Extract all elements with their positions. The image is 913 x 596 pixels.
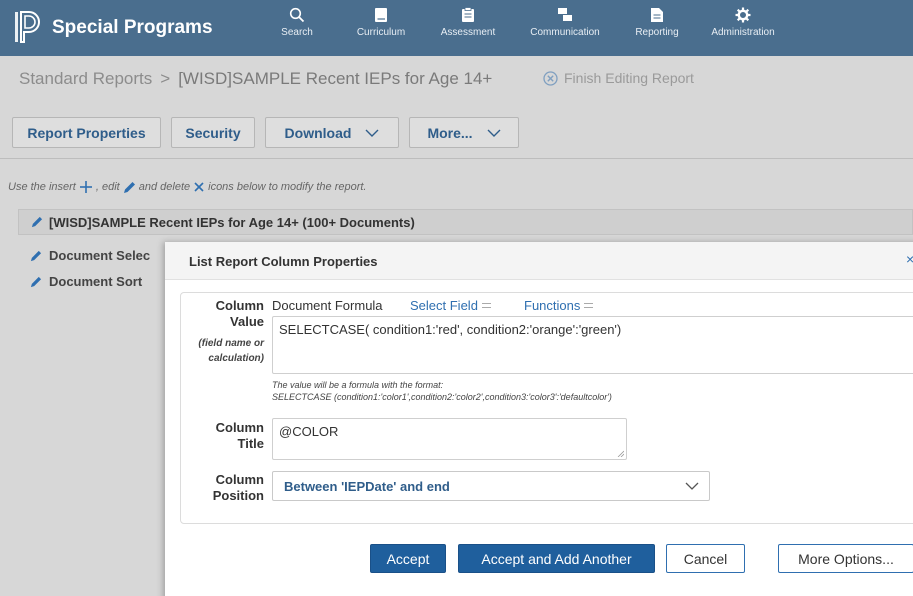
accept-and-add-another-button[interactable]: Accept and Add Another — [458, 544, 655, 573]
more-options-button[interactable]: More Options... — [778, 544, 913, 573]
top-nav-bar: Special Programs Search Curriculum Asses… — [0, 0, 913, 56]
column-title-label: Column Title — [180, 420, 264, 452]
close-icon[interactable]: × — [906, 251, 913, 267]
functions-label: Functions — [524, 298, 581, 313]
column-position-label-line1: Column — [215, 472, 264, 487]
breadcrumb-current: [WISD]SAMPLE Recent IEPs for Age 14+ — [178, 69, 493, 88]
hint-text-2: , edit — [95, 181, 120, 193]
nav-assessment[interactable]: Assessment — [423, 7, 513, 38]
breadcrumb: Standard Reports > [WISD]SAMPLE Recent IEP… — [19, 69, 492, 89]
dialog-header: List Report Column Properties × — [165, 242, 913, 280]
chevron-down-icon — [487, 129, 501, 137]
formula-help-line2: SELECTCASE (condition1:'color1',conditio… — [272, 392, 612, 402]
book-icon — [375, 8, 387, 22]
column-position-value: Between 'IEPDate' and end — [284, 479, 450, 494]
finish-editing-link[interactable]: Finish Editing Report — [543, 70, 694, 86]
more-label: More... — [427, 124, 473, 141]
column-value-textarea[interactable]: SELECTCASE( condition1:'red', condition2… — [272, 316, 913, 374]
column-value-label: Column Value — [180, 298, 264, 330]
document-formula-label: Document Formula — [272, 298, 383, 313]
report-icon — [651, 8, 663, 22]
cancel-label: Cancel — [683, 550, 728, 567]
breadcrumb-standard-reports[interactable]: Standard Reports — [19, 69, 152, 88]
plus-icon — [79, 181, 92, 193]
gear-icon — [735, 7, 751, 23]
accept-add-label: Accept and Add Another — [481, 550, 632, 567]
hint-text-1: Use the insert — [8, 181, 76, 193]
document-sort-label: Document Sort — [49, 274, 143, 289]
formula-help-text: The value will be a formula with the for… — [272, 379, 612, 403]
column-value-label-line2: Value — [230, 314, 264, 329]
security-button[interactable]: Security — [171, 117, 255, 148]
select-field-label: Select Field — [410, 298, 478, 313]
document-selection-label: Document Selec — [49, 248, 151, 263]
column-value-sublabel-line2: calculation) — [208, 353, 264, 364]
pencil-icon — [31, 216, 43, 228]
pencil-icon — [30, 276, 42, 287]
nav-label: Administration — [711, 27, 775, 38]
column-title-label-line1: Column — [215, 420, 264, 435]
popup-icon — [584, 303, 594, 308]
nav-communication[interactable]: Communication — [520, 7, 610, 38]
nav-label: Assessment — [440, 27, 496, 38]
document-sort-item[interactable]: Document Sort — [30, 274, 142, 289]
cancel-button[interactable]: Cancel — [666, 544, 745, 573]
column-value-sublabel-line1: (field name or — [198, 338, 264, 349]
download-button[interactable]: Download — [265, 117, 399, 148]
accept-label: Accept — [386, 550, 430, 567]
logo-icon — [15, 11, 40, 43]
column-properties-dialog: List Report Column Properties × Column V… — [165, 242, 913, 596]
column-position-label: Column Position — [180, 472, 264, 504]
column-value-text: SELECTCASE( condition1:'red', condition2… — [279, 322, 622, 337]
select-field-link[interactable]: Select Field — [410, 298, 491, 313]
popup-icon — [481, 303, 491, 308]
nav-label: Reporting — [635, 27, 679, 38]
nav-label: Search — [281, 27, 313, 38]
download-label: Download — [284, 124, 352, 141]
pencil-icon — [123, 181, 135, 193]
report-properties-label: Report Properties — [27, 124, 146, 141]
column-position-select[interactable]: Between 'IEPDate' and end — [272, 471, 710, 501]
functions-link[interactable]: Functions — [524, 298, 594, 313]
nav-label: Curriculum — [356, 27, 406, 38]
column-value-label-line1: Column — [215, 298, 264, 313]
report-title-bar[interactable]: [WISD]SAMPLE Recent IEPs for Age 14+ (10… — [18, 209, 913, 235]
column-title-textarea[interactable]: @COLOR — [272, 418, 627, 460]
column-value-sublabel: (field name or calculation) — [170, 336, 264, 366]
pencil-icon — [30, 250, 42, 261]
report-properties-button[interactable]: Report Properties — [12, 117, 161, 148]
chat-icon — [558, 8, 572, 21]
security-label: Security — [185, 124, 241, 141]
more-button[interactable]: More... — [409, 117, 519, 148]
document-selection-item[interactable]: Document Selec — [30, 248, 150, 263]
more-options-label: More Options... — [798, 550, 894, 567]
formula-help-line1: The value will be a formula with the for… — [272, 380, 444, 390]
column-title-label-line2: Title — [237, 436, 265, 451]
close-circle-icon — [543, 70, 558, 86]
accept-button[interactable]: Accept — [370, 544, 446, 573]
edit-hint: Use the insert , edit and delete icons b… — [8, 180, 366, 194]
breadcrumb-separator: > — [160, 69, 171, 88]
resize-grip-icon[interactable] — [617, 450, 624, 457]
app-title[interactable]: Special Programs — [52, 17, 213, 39]
hint-text-4: icons below to modify the report. — [208, 181, 367, 193]
clipboard-icon — [462, 7, 474, 22]
finish-editing-label: Finish Editing Report — [564, 70, 694, 86]
dialog-title: List Report Column Properties — [189, 254, 378, 269]
chevron-down-icon — [365, 129, 379, 137]
toolbar-divider — [0, 158, 913, 159]
nav-reporting[interactable]: Reporting — [612, 7, 702, 38]
delete-x-icon — [194, 182, 204, 192]
nav-curriculum[interactable]: Curriculum — [336, 7, 426, 38]
report-title: [WISD]SAMPLE Recent IEPs for Age 14+ (10… — [49, 214, 415, 230]
chevron-down-icon — [685, 482, 699, 490]
hint-text-3: and delete — [138, 181, 191, 193]
column-position-label-line2: Position — [212, 488, 264, 503]
column-title-text: @COLOR — [279, 424, 339, 439]
nav-search[interactable]: Search — [252, 7, 342, 38]
nav-administration[interactable]: Administration — [698, 7, 788, 38]
nav-label: Communication — [530, 27, 600, 38]
search-icon — [289, 7, 305, 23]
